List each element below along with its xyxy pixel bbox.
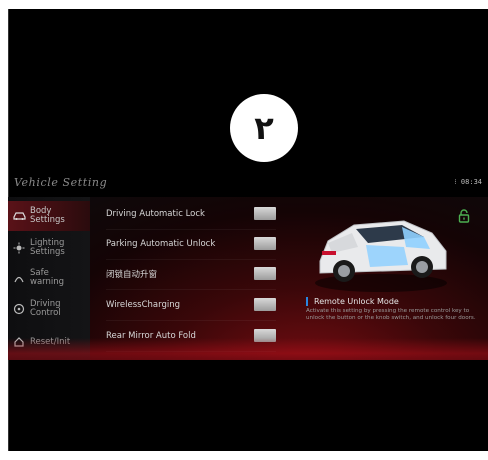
accent-bar	[306, 297, 308, 306]
sidebar-item-safe-warning[interactable]: Safe warning	[8, 263, 90, 293]
sidebar-item-body-settings[interactable]: Body Settings	[8, 201, 90, 231]
status-bar: ⁝ 08:34	[454, 178, 482, 186]
setting-row-wireless-charging[interactable]: WirelessCharging	[106, 290, 276, 321]
setting-label: WirelessCharging	[106, 300, 180, 310]
sidebar-item-lighting-settings[interactable]: Lighting Settings	[8, 233, 90, 263]
photo-frame: ٢ Vehicle Setting ⁝ 08:34 Body Settings …	[0, 0, 488, 460]
light-icon	[8, 242, 30, 254]
toggle-switch[interactable]	[254, 237, 276, 250]
detail-description: Activate this setting by pressing the re…	[306, 308, 476, 321]
setting-row-driving-auto-lock[interactable]: Driving Automatic Lock	[106, 199, 276, 230]
sidebar-item-driving-control[interactable]: Driving Control	[8, 294, 90, 324]
setting-label: 闭锁自动升窗	[106, 270, 158, 280]
car-illustration	[315, 220, 447, 292]
sidebar: Body Settings Lighting Settings Safe war…	[8, 197, 90, 360]
infotainment-screen: ٢ Vehicle Setting ⁝ 08:34 Body Settings …	[8, 9, 488, 451]
car-body-icon	[8, 211, 30, 221]
setting-row-lock-window-close[interactable]: 闭锁自动升窗	[106, 259, 276, 290]
setting-row-parking-auto-unlock[interactable]: Parking Automatic Unlock	[106, 229, 276, 260]
signal-icon: ⁝	[454, 178, 457, 186]
steering-icon	[8, 303, 30, 315]
sidebar-item-label: Reset/Init	[30, 336, 71, 347]
clock: 08:34	[460, 178, 482, 186]
setting-row-rear-mirror-fold[interactable]: Rear Mirror Auto Fold	[106, 321, 276, 352]
unlock-icon[interactable]	[458, 209, 470, 223]
sidebar-item-reset-init[interactable]: Reset/Init	[8, 327, 90, 357]
vehicle-settings-panel: Body Settings Lighting Settings Safe war…	[8, 197, 488, 360]
setting-label: Parking Automatic Unlock	[106, 239, 216, 249]
sidebar-item-label: Body Settings	[30, 206, 65, 225]
reset-icon	[8, 336, 30, 348]
step-number-badge: ٢	[230, 94, 298, 162]
setting-label: Rear Mirror Auto Fold	[106, 331, 196, 341]
setting-label: Driving Automatic Lock	[106, 209, 205, 219]
detail-title-text: Remote Unlock Mode	[314, 297, 399, 306]
toggle-switch[interactable]	[254, 207, 276, 220]
toggle-switch[interactable]	[254, 298, 276, 311]
safety-icon	[8, 272, 30, 284]
sidebar-item-label: Safe warning	[30, 268, 65, 287]
sidebar-item-label: Lighting Settings	[30, 238, 65, 257]
sidebar-item-label: Driving Control	[30, 299, 61, 318]
detail-title: Remote Unlock Mode	[306, 297, 478, 306]
toggle-switch[interactable]	[254, 267, 276, 280]
page-title: Vehicle Setting	[14, 176, 108, 189]
toggle-switch[interactable]	[254, 329, 276, 342]
detail-panel: Remote Unlock Mode Activate this setting…	[306, 297, 478, 322]
